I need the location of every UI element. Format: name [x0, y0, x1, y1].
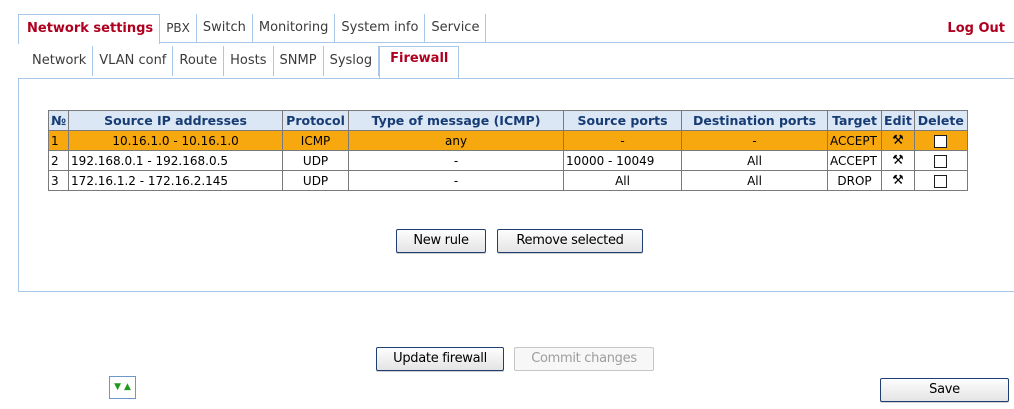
update-firewall-button[interactable]: Update firewall [376, 347, 504, 371]
edit-tools-icon[interactable]: ⚒ [892, 153, 904, 168]
row-number: 3 [47, 170, 70, 191]
table-row[interactable]: 3 172.16.1.2 - 172.16.2.145 UDP - All Al… [47, 170, 968, 191]
delete-checkbox[interactable] [934, 174, 948, 188]
row-source-ports: - [563, 130, 683, 151]
edit-cell[interactable]: ⚒ [881, 150, 915, 171]
tab-service[interactable]: Service [425, 14, 487, 43]
row-icmp-type: any [348, 130, 565, 151]
row-source-ip: 192.168.0.1 - 192.168.0.5 [68, 150, 284, 171]
firewall-rules-table: № Source IP addresses Protocol Type of m… [47, 110, 968, 191]
table-row[interactable]: 1 10.16.1.0 - 10.16.1.0 ICMP any - - ACC… [47, 130, 968, 151]
tab-monitoring[interactable]: Monitoring [253, 14, 336, 43]
sub-navigation: Network VLAN conf Route Hosts SNMP Syslo… [24, 46, 1014, 79]
subtab-route[interactable]: Route [173, 46, 225, 76]
top-navigation: Network settings PBX Switch Monitoring S… [18, 14, 1014, 44]
delete-cell[interactable] [913, 150, 968, 171]
table-header-row: № Source IP addresses Protocol Type of m… [47, 110, 968, 131]
subtab-syslog[interactable]: Syslog [324, 46, 380, 76]
subtab-firewall[interactable]: Firewall [379, 46, 460, 79]
edit-tools-icon[interactable]: ⚒ [892, 173, 904, 188]
row-protocol: UDP [282, 170, 350, 191]
new-rule-button[interactable]: New rule [396, 229, 486, 253]
edit-cell[interactable]: ⚒ [881, 170, 915, 191]
col-icmp-type: Type of message (ICMP) [348, 110, 565, 131]
sort-arrows[interactable]: ▼ ▲ [109, 376, 136, 399]
delete-cell[interactable] [913, 170, 968, 191]
subtab-snmp[interactable]: SNMP [274, 46, 324, 76]
edit-tools-icon[interactable]: ⚒ [892, 133, 904, 148]
tab-system-info[interactable]: System info [335, 14, 426, 43]
save-button[interactable]: Save [880, 378, 1009, 402]
col-destination-ports: Destination ports [681, 110, 829, 131]
delete-checkbox[interactable] [934, 154, 948, 168]
tab-pbx[interactable]: PBX [160, 14, 197, 43]
row-protocol: UDP [282, 150, 350, 171]
row-destination-ports: All [681, 150, 829, 171]
table-row[interactable]: 2 192.168.0.1 - 192.168.0.5 UDP - 10000 … [47, 150, 968, 171]
col-number: № [47, 110, 70, 131]
row-target: ACCEPT [827, 150, 883, 171]
row-source-ports: 10000 - 10049 [563, 150, 683, 171]
arrow-up-icon[interactable]: ▲ [124, 382, 131, 392]
col-source-ports: Source ports [563, 110, 683, 131]
commit-changes-button: Commit changes [514, 347, 654, 371]
row-source-ip: 172.16.1.2 - 172.16.2.145 [68, 170, 284, 191]
arrow-down-icon[interactable]: ▼ [114, 382, 121, 392]
row-icmp-type: - [348, 170, 565, 191]
col-source-ip: Source IP addresses [68, 110, 284, 131]
logout-link[interactable]: Log Out [947, 14, 1005, 43]
subtab-hosts[interactable]: Hosts [224, 46, 274, 76]
col-delete: Delete [913, 110, 968, 131]
row-source-ports: All [563, 170, 683, 191]
row-destination-ports: All [681, 170, 829, 191]
firewall-panel: № Source IP addresses Protocol Type of m… [18, 78, 1014, 292]
delete-checkbox[interactable] [934, 134, 948, 148]
tab-network-settings[interactable]: Network settings [18, 14, 161, 44]
col-protocol: Protocol [282, 110, 350, 131]
remove-selected-button[interactable]: Remove selected [497, 229, 643, 253]
row-number: 2 [47, 150, 70, 171]
row-target: DROP [827, 170, 883, 191]
row-icmp-type: - [348, 150, 565, 171]
subtab-network[interactable]: Network [24, 46, 94, 76]
row-source-ip: 10.16.1.0 - 10.16.1.0 [68, 130, 284, 151]
col-target: Target [827, 110, 883, 131]
tab-switch[interactable]: Switch [197, 14, 253, 43]
row-destination-ports: - [681, 130, 829, 151]
top-tabs: Network settings PBX Switch Monitoring S… [18, 14, 487, 44]
row-protocol: ICMP [282, 130, 350, 151]
row-number: 1 [47, 130, 70, 151]
row-target: ACCEPT [827, 130, 883, 151]
col-edit: Edit [881, 110, 915, 131]
edit-cell[interactable]: ⚒ [881, 130, 915, 151]
delete-cell[interactable] [913, 130, 968, 151]
subtab-vlan-conf[interactable]: VLAN conf [93, 46, 174, 76]
